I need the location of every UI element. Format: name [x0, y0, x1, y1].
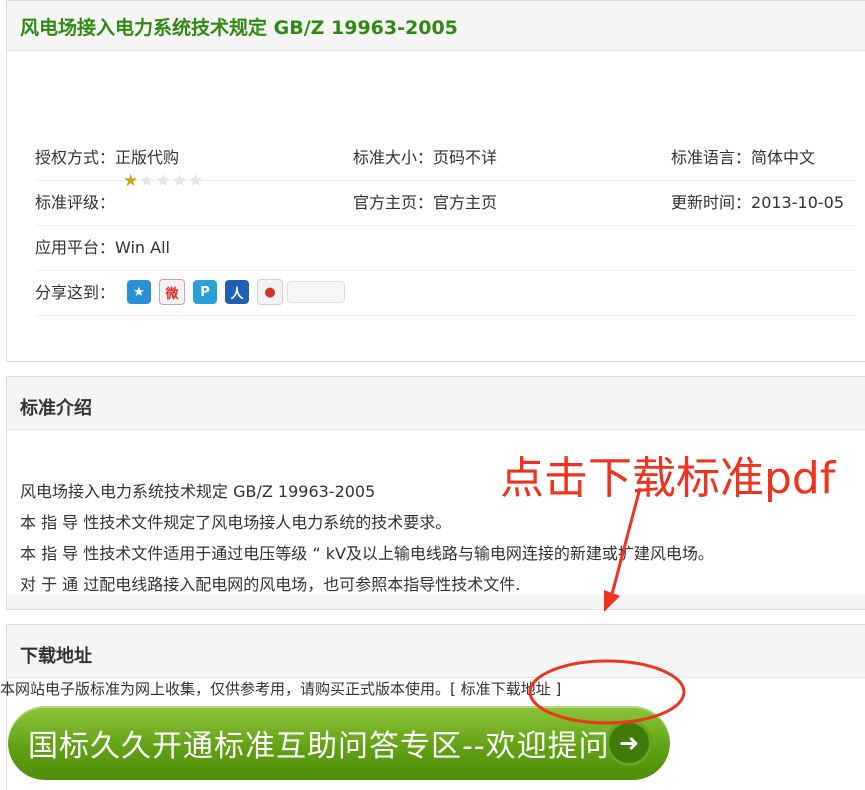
annotation-arrow-head	[604, 590, 620, 612]
annotation-arrow-shaft	[609, 487, 642, 599]
annotation-overlay	[528, 487, 686, 725]
annotation-circle	[528, 659, 686, 725]
